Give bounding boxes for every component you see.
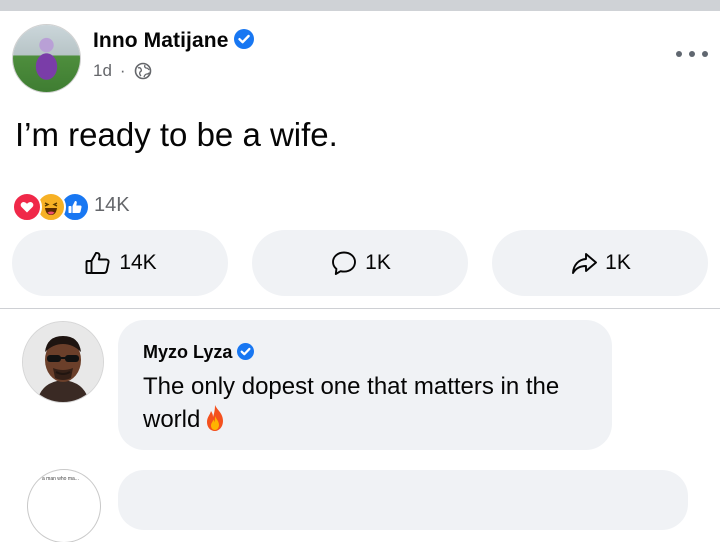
verified-badge-icon	[234, 29, 255, 49]
meta-separator: ·	[119, 61, 126, 80]
author-avatar[interactable]	[13, 25, 80, 92]
share-button[interactable]: 1K	[492, 230, 708, 296]
post-actions: 14K 1K 1K	[12, 230, 710, 296]
thumbs-up-icon	[85, 251, 110, 274]
comment-author-name[interactable]: Myzo Lyza	[143, 342, 232, 362]
next-commenter-avatar[interactable]: a man who ma...	[28, 470, 100, 542]
more-dot	[702, 51, 708, 57]
comment-author-row[interactable]: Myzo Lyza	[143, 342, 255, 363]
like-count: 14K	[119, 251, 157, 274]
post-meta: 1d ·	[93, 61, 152, 81]
commenter-avatar[interactable]	[23, 322, 103, 402]
more-dot	[689, 51, 695, 57]
globe-icon[interactable]	[134, 62, 152, 80]
fire-emoji-icon	[207, 405, 224, 431]
comment-text-row: The only dopest one that matters in the …	[143, 370, 603, 436]
share-icon	[572, 253, 598, 274]
next-avatar-caption: a man who ma...	[42, 476, 79, 482]
author-name-row[interactable]: Inno Matijane	[93, 29, 255, 53]
more-options-icon[interactable]	[676, 49, 708, 59]
comment-count: 1K	[365, 251, 391, 274]
verified-badge-icon	[237, 343, 255, 360]
post-header: Inno Matijane 1d ·	[0, 11, 720, 101]
reaction-icons	[12, 190, 90, 222]
post-time[interactable]: 1d	[93, 61, 112, 81]
share-count: 1K	[605, 251, 631, 274]
post-text: I’m ready to be a wife.	[15, 116, 338, 153]
comment-button[interactable]: 1K	[252, 230, 468, 296]
section-divider	[0, 308, 720, 309]
author-name[interactable]: Inno Matijane	[93, 29, 228, 52]
like-button[interactable]: 14K	[12, 230, 228, 296]
comment-icon	[332, 251, 357, 275]
next-comment-bubble[interactable]	[118, 470, 688, 530]
reaction-count: 14K	[94, 193, 130, 216]
reactions-summary[interactable]: 14K	[12, 190, 130, 222]
love-reaction-icon	[12, 192, 42, 222]
more-dot	[676, 51, 682, 57]
top-divider-strip	[0, 0, 720, 11]
comment-bubble[interactable]: Myzo Lyza The only dopest one that matte…	[118, 320, 612, 450]
